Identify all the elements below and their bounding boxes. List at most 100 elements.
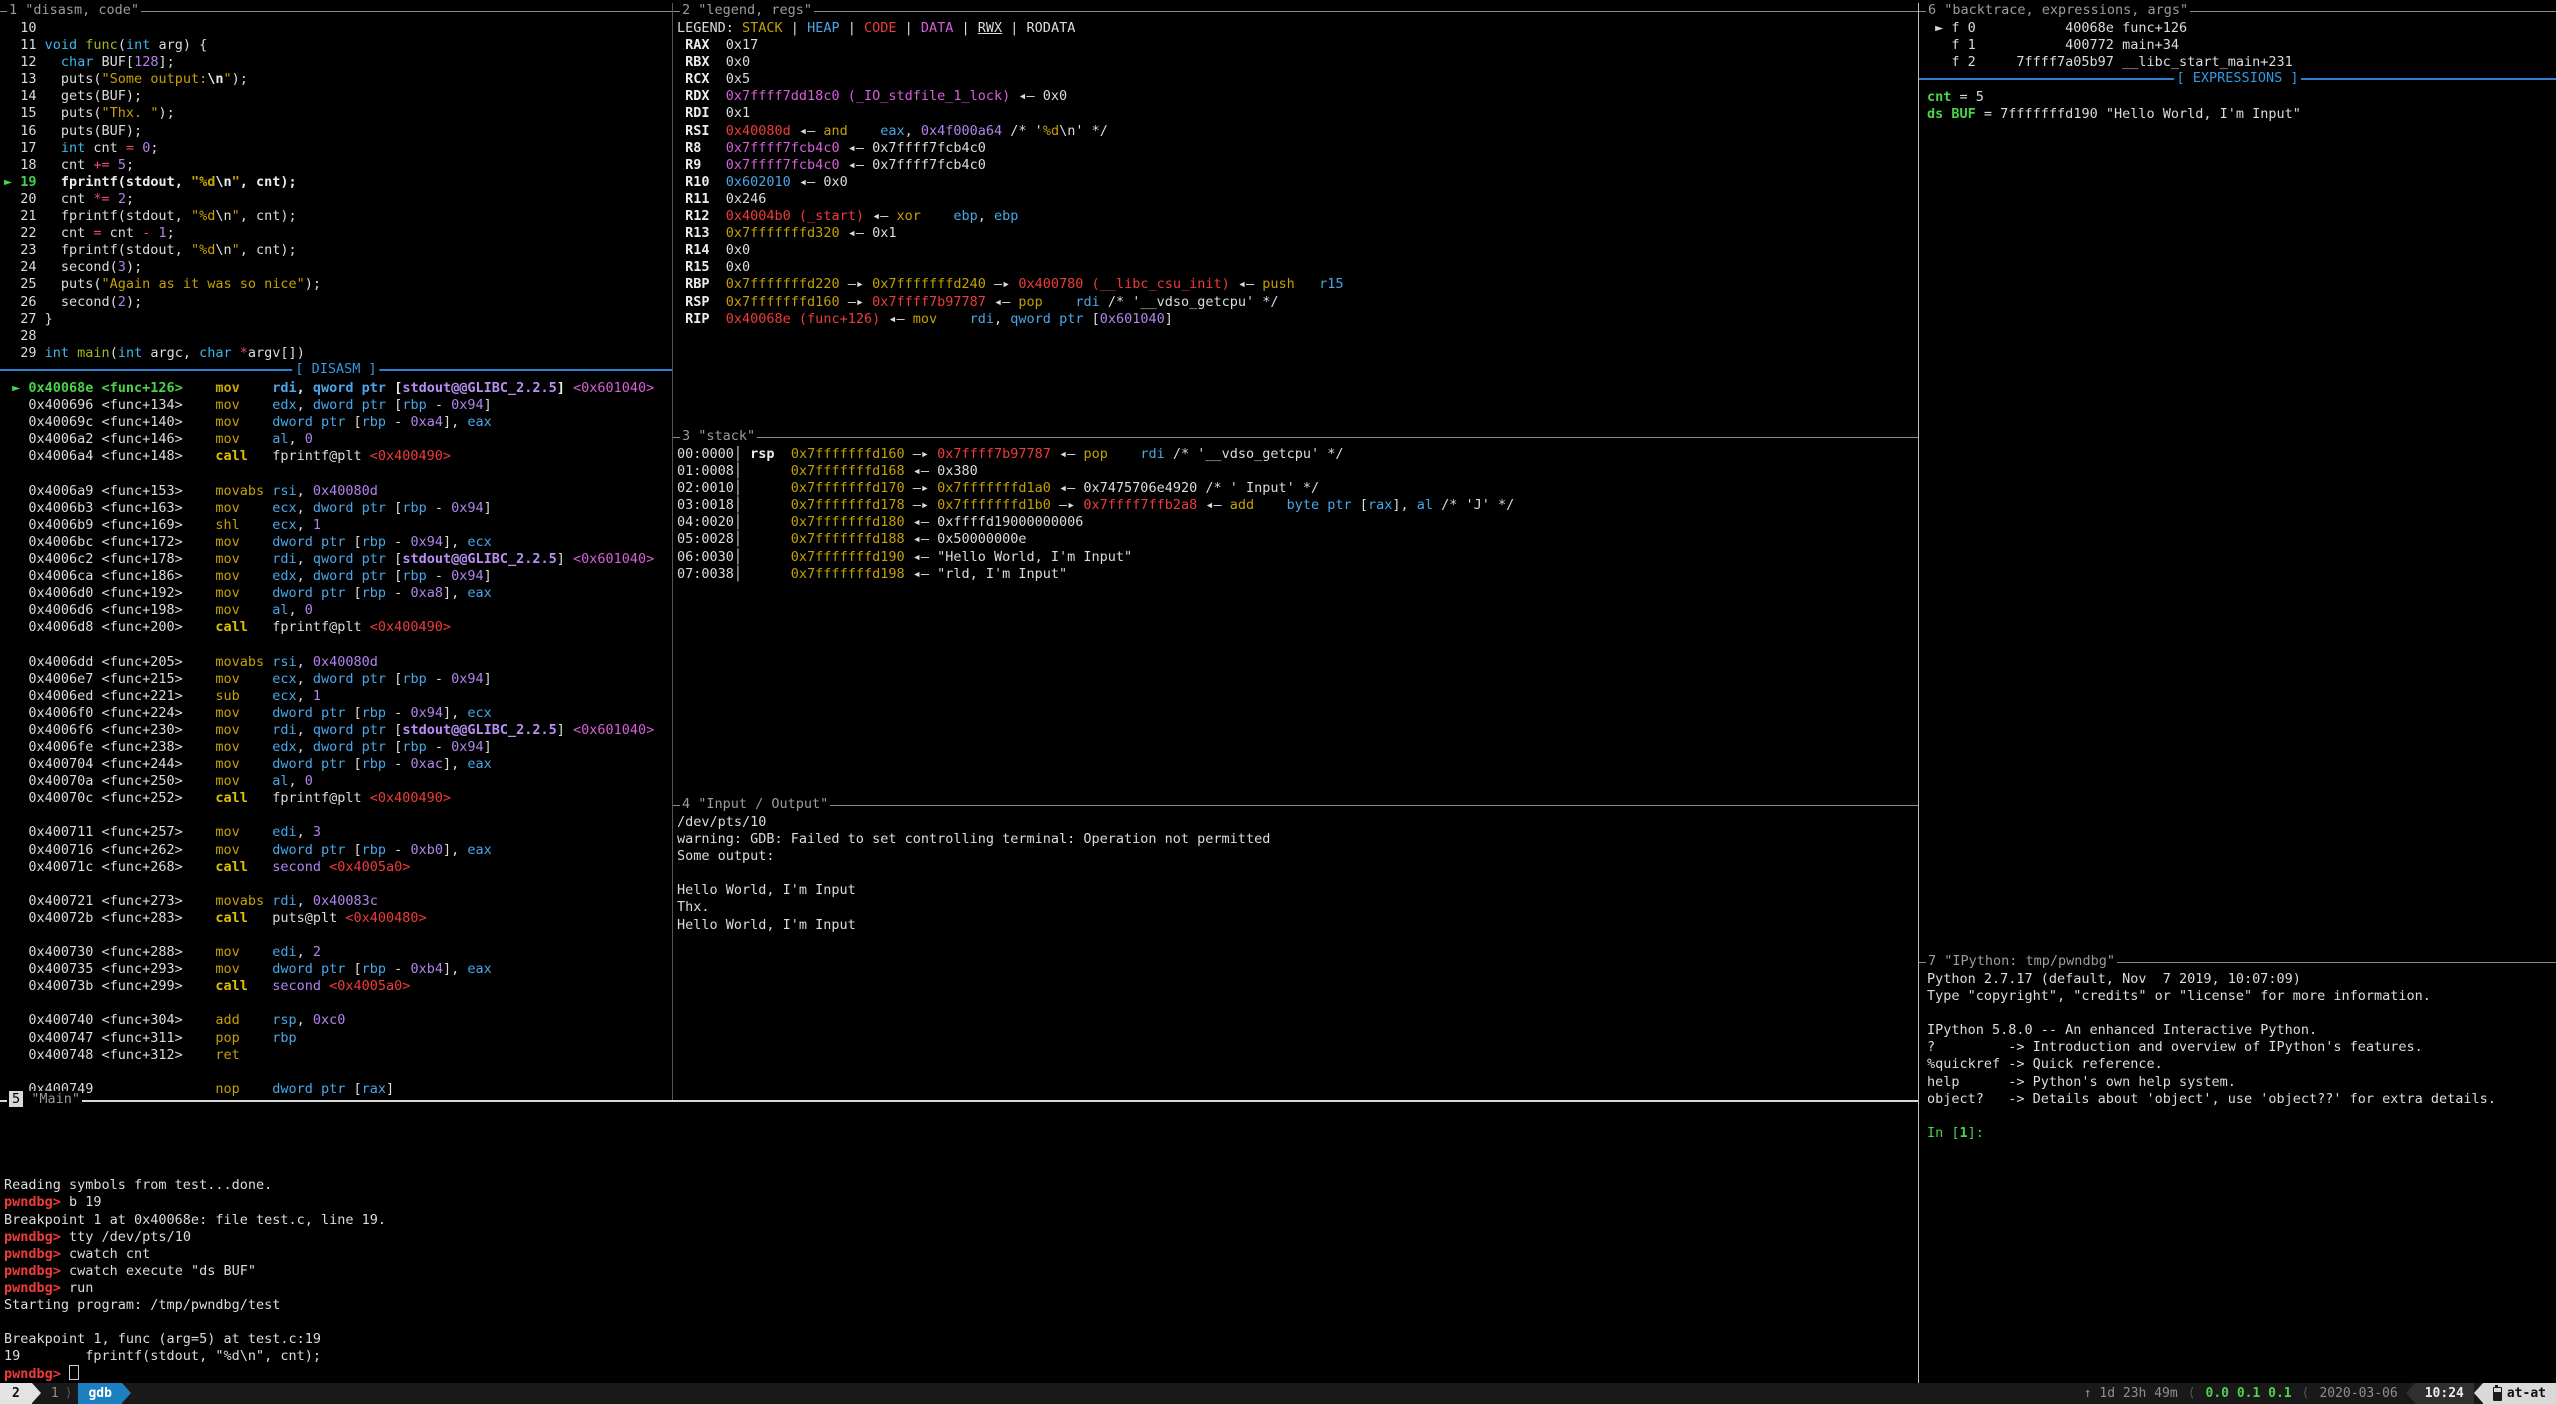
text-segment: 0x4006b9 <func+169> [4, 517, 215, 533]
terminal-line: 13 puts("Some output:\n"); [4, 71, 668, 88]
terminal-line: 20 cnt *= 2; [4, 191, 668, 208]
terminal-line: 14 gets(BUF); [4, 88, 668, 105]
text-segment: rbp [362, 705, 386, 721]
text-segment: - [386, 842, 410, 858]
pane-body-expressions[interactable]: cnt = 5ds BUF = 7fffffffd190 "Hello Worl… [1927, 89, 2552, 949]
text-segment: dword ptr [313, 500, 386, 516]
text-segment: ◂— 0x380 [905, 463, 978, 479]
text-segment: 0x602010 [726, 174, 791, 190]
text-segment: mov [215, 414, 239, 430]
text-segment: - [386, 585, 410, 601]
powerline-separator-icon [2474, 1383, 2483, 1403]
text-segment: ◂— 0x1 [840, 225, 897, 241]
text-segment: xor [896, 208, 920, 224]
terminal-line: RIP 0x40068e (func+126) ◂— mov rdi, qwor… [677, 311, 1916, 328]
pane-body-source-code[interactable]: 10 11 void func(int arg) { 12 char BUF[1… [4, 20, 668, 362]
pane-body-stack[interactable]: 00:0000│ rsp 0x7fffffffd160 —▸ 0x7ffff7b… [677, 446, 1916, 794]
text-segment: rbp [402, 671, 426, 687]
text-segment: 0x4006e7 <func+215> [4, 671, 215, 687]
text-segment: 02:0010│ [677, 480, 791, 496]
text-segment: ebp [994, 208, 1018, 224]
text-segment: rbp [272, 1030, 296, 1046]
pane-body-backtrace-frames[interactable]: ► f 0 40068e func+126 f 1 400772 main+34… [1927, 20, 2552, 72]
text-segment: f 2 7ffff7a05b97 __libc_start_main+231 [1927, 54, 2293, 70]
text-segment: ◂— 0x0 [791, 174, 848, 190]
text-segment: rbp [362, 961, 386, 977]
terminal-line: IPython 5.8.0 -- An enhanced Interactive… [1927, 1022, 2552, 1039]
text-segment: rdi [272, 893, 296, 909]
pane-body-program-io[interactable]: /dev/pts/10warning: GDB: Failed to set c… [677, 814, 1916, 1097]
text-segment: Thx. [677, 899, 718, 915]
pane-body-disassembly[interactable]: ► 0x40068e <func+126> mov rdi, qword ptr… [4, 380, 668, 1099]
text-segment: —▸ [1051, 497, 1084, 513]
text-segment: 1 [313, 688, 321, 704]
text-segment: mov [215, 756, 239, 772]
pane-body-registers[interactable]: LEGEND: STACK | HEAP | CODE | DATA | RWX… [677, 20, 1916, 425]
text-segment: ; [150, 140, 158, 156]
text-segment [240, 961, 273, 977]
terminal-line: 0x4006dd <func+205> movabs rsi, 0x40080d [4, 654, 668, 671]
text-segment: ], [443, 585, 467, 601]
text-segment: add [215, 1012, 239, 1028]
terminal-line: 04:0020│ 0x7fffffffd180 ◂— 0xffffd190000… [677, 514, 1916, 531]
terminal-line: 06:0030│ 0x7fffffffd190 ◂— "Hello World,… [677, 549, 1916, 566]
terminal-line: 07:0038│ 0x7fffffffd198 ◂— "rld, I'm Inp… [677, 566, 1916, 583]
text-segment: rdi [1075, 294, 1099, 310]
terminal-line: 0x4006a9 <func+153> movabs rsi, 0x40080d [4, 483, 668, 500]
text-segment: 0x4006bc <func+172> [4, 534, 215, 550]
text-segment: dword ptr [313, 671, 386, 687]
pane-border-vertical-left[interactable] [672, 3, 673, 1100]
text-segment: 0x7ffff7b97787 [937, 446, 1051, 462]
pane-body-ipython[interactable]: Python 2.7.17 (default, Nov 7 2019, 10:0… [1927, 971, 2552, 1381]
pane-body-gdb-console[interactable]: Reading symbols from test...done.pwndbg>… [4, 1109, 1914, 1383]
text-segment [240, 380, 273, 396]
terminal-line: cnt = 5 [1927, 89, 2552, 106]
text-segment: rsi [272, 483, 296, 499]
text-segment: 0x4006d0 <func+192> [4, 585, 215, 601]
text-segment: fprintf@plt [248, 790, 370, 806]
text-segment: BUF[ [93, 54, 134, 70]
text-segment: 0x7ffff7ffb2a8 [1083, 497, 1197, 513]
text-segment: 0x40072b <func+283> [4, 910, 215, 926]
text-segment: 0x7ffff7b97787 [872, 294, 986, 310]
text-segment: 0x7fffffffd1b0 [937, 497, 1051, 513]
text-segment: | RODATA [1002, 20, 1075, 36]
text-segment: , [297, 483, 313, 499]
text-segment: , [297, 688, 313, 704]
text-segment: [ [386, 380, 402, 396]
text-segment: 0x4006d8 <func+200> [4, 619, 215, 635]
text-segment: 0x4006b3 <func+163> [4, 500, 215, 516]
uptime-arrow-icon: ↑ [2084, 1386, 2092, 1401]
text-segment: Python 2.7.17 (default, Nov 7 2019, 10:0… [1927, 971, 2301, 987]
text-segment: —▸ [905, 497, 938, 513]
chevron-left-icon: ⟨ [2300, 1383, 2312, 1404]
text-segment: " [232, 208, 240, 224]
text-segment: rsp [742, 446, 791, 462]
tmux-window-tab-gdb[interactable]: gdb [78, 1383, 121, 1404]
text-segment: , [297, 739, 313, 755]
text-segment: = [126, 140, 134, 156]
terminal-line: 0x4006a2 <func+146> mov al, 0 [4, 431, 668, 448]
text-segment: | [783, 20, 807, 36]
terminal-line: RBP 0x7fffffffd220 —▸ 0x7fffffffd240 —▸ … [677, 276, 1916, 293]
terminal-line: 0x4006fe <func+238> mov edx, dword ptr [… [4, 739, 668, 756]
tmux-session-name[interactable]: 2 [0, 1383, 32, 1404]
text-segment: " [232, 174, 240, 190]
pane-title-backtrace: 6 "backtrace, expressions, args" [1919, 3, 2556, 20]
text-segment: qword ptr [1010, 311, 1083, 327]
text-segment: 11 [4, 37, 45, 53]
text-segment: "%d [191, 174, 215, 190]
pane-border-vertical-right[interactable] [1918, 3, 1919, 1383]
text-segment: r15 [1319, 276, 1343, 292]
text-segment: 0x1 [726, 105, 750, 121]
text-segment: rax [1368, 497, 1392, 513]
text-segment: movabs [215, 483, 264, 499]
text-segment: Breakpoint 1, func (arg=5) at test.c:19 [4, 1331, 321, 1347]
terminal-line: 15 puts("Thx. "); [4, 105, 668, 122]
pane-number: 2 [682, 2, 690, 18]
terminal-line: 19 fprintf(stdout, "%d\n", cnt); [4, 1348, 1914, 1365]
text-segment: ; [167, 225, 175, 241]
terminal-line [4, 995, 668, 1012]
terminal-line: 0x40069c <func+140> mov dword ptr [rbp -… [4, 414, 668, 431]
text-segment: ], [443, 756, 467, 772]
